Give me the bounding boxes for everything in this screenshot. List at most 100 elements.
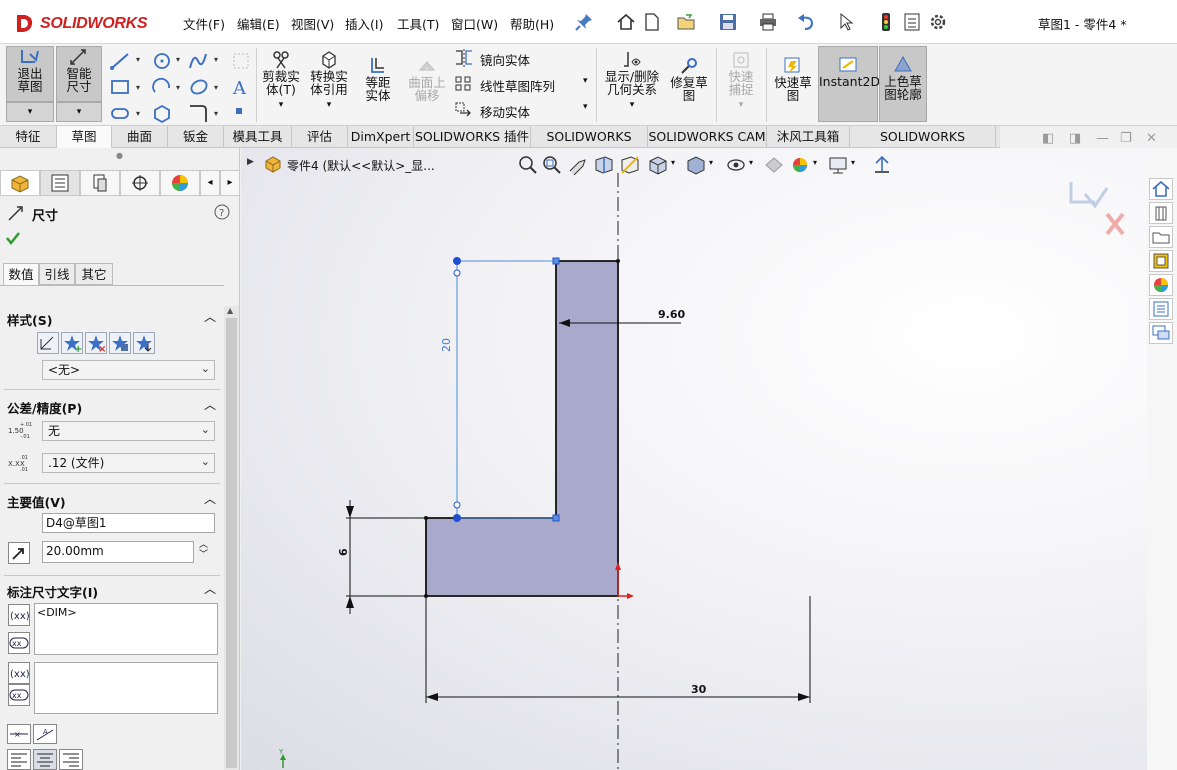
tab-surfaces[interactable]: 曲面 (112, 126, 168, 148)
menu-file[interactable]: 文件(F) (183, 14, 225, 33)
rectangle-icon[interactable] (111, 80, 129, 94)
tab-mbd[interactable]: SOLIDWORKS MBD (531, 126, 648, 165)
panel-scroll-right[interactable]: ▸ (220, 170, 240, 196)
display-delete-relations-button[interactable]: 显示/删除几何关系 ▾ (602, 50, 662, 112)
tolerance-collapse-icon[interactable]: ︿ (204, 396, 216, 413)
point-tool-icon[interactable] (236, 108, 242, 114)
style-select[interactable]: <无> ⌄ (42, 360, 215, 380)
mirror-entities-button[interactable]: 镜向实体 (480, 50, 530, 69)
view-palette-tab[interactable] (1149, 250, 1173, 272)
tab-inspection[interactable]: SOLIDWORKS Inspection (850, 126, 996, 165)
file-explorer-tab[interactable] (1149, 226, 1173, 248)
inspection-dim-lower-button[interactable]: xx (8, 684, 30, 706)
pin-icon[interactable] (574, 12, 594, 32)
circle-icon[interactable] (154, 53, 170, 69)
dimension-text-area-lower[interactable] (34, 662, 218, 714)
inspection-dim-button[interactable]: xx (8, 632, 30, 654)
subtab-leaders[interactable]: 引线 (39, 263, 75, 285)
appearances-tab[interactable] (1149, 274, 1173, 296)
move-entities-dropdown[interactable]: ▾ (583, 102, 588, 112)
subtab-other[interactable]: 其它 (75, 263, 113, 285)
close-icon[interactable]: ✕ (1146, 131, 1157, 146)
smart-dimension-dropdown[interactable]: ▾ (56, 102, 102, 122)
l-profile-shape[interactable] (425, 260, 619, 597)
configuration-manager-tab[interactable] (80, 170, 120, 196)
value-spinner[interactable]: ︿ ﹀ (199, 540, 208, 560)
tab-evaluate[interactable]: 评估 (292, 126, 348, 148)
polygon-icon[interactable] (154, 104, 170, 124)
dimension-arrow-handle-bottom[interactable] (453, 501, 461, 509)
solidworks-resources-tab[interactable] (1149, 178, 1173, 200)
property-manager-tab[interactable] (40, 170, 80, 196)
primary-value-collapse-icon[interactable]: ︿ (204, 490, 216, 507)
linear-pattern-dropdown[interactable]: ▾ (583, 76, 588, 86)
align-right-button[interactable] (59, 749, 83, 770)
precision-select[interactable]: .12 (文件) ⌄ (42, 453, 215, 473)
panel-scrollbar[interactable]: ▲ (224, 306, 239, 770)
load-style-button[interactable] (133, 332, 155, 354)
minimize-icon[interactable]: — (1096, 131, 1109, 146)
fillet-icon[interactable] (190, 105, 207, 122)
panel-scroll-left[interactable]: ◂ (200, 170, 220, 196)
menu-window[interactable]: 窗口(W) (451, 14, 498, 33)
delete-style-button[interactable]: × (85, 332, 107, 355)
forum-tab[interactable] (1149, 322, 1173, 344)
menu-tools[interactable]: 工具(T) (397, 14, 439, 33)
dimension-text-collapse-icon[interactable]: ︿ (204, 580, 216, 597)
exit-sketch-button[interactable]: 退出草图 (6, 46, 54, 102)
tolerance-section-header[interactable]: 公差/精度(P) (7, 398, 82, 417)
design-library-tab[interactable] (1149, 202, 1173, 224)
file-properties-icon[interactable] (902, 12, 922, 32)
rebuild-traffic-light-icon[interactable] (876, 12, 896, 32)
text-tool-icon[interactable]: A (232, 78, 247, 99)
custom-properties-tab[interactable] (1149, 298, 1173, 320)
dimxpert-manager-tab[interactable] (120, 170, 160, 196)
menu-view[interactable]: 视图(V) (291, 14, 334, 33)
add-parentheses-lower-button[interactable]: (xx) (8, 662, 30, 684)
apply-default-style-button[interactable] (37, 332, 59, 354)
center-dimension-button[interactable]: × (7, 724, 31, 744)
menu-insert[interactable]: 插入(I) (345, 14, 383, 33)
slot-icon[interactable] (111, 108, 129, 119)
scroll-up-arrow-icon[interactable]: ▲ (227, 306, 233, 315)
display-manager-tab[interactable] (160, 170, 200, 196)
add-style-button[interactable]: + (61, 332, 83, 355)
tab-mold-tools[interactable]: 模具工具 (224, 126, 292, 148)
tab-addins[interactable]: SOLIDWORKS 插件 (414, 126, 531, 148)
exit-sketch-dropdown[interactable]: ▾ (6, 102, 54, 122)
graphics-area[interactable]: ▶ 零件4 (默认<<默认>_显... ▾ ▾ ▾ ▾ ▾ Y 30 9.60 … (241, 148, 1147, 770)
tab-cam[interactable]: SOLIDWORKS CAM (648, 126, 767, 148)
offset-entities-button[interactable]: 等距实体 (356, 56, 400, 102)
options-gear-icon[interactable] (928, 12, 948, 32)
tab-sheet-metal[interactable]: 钣金 (168, 126, 224, 148)
panel-splitter-handle[interactable]: ● (116, 151, 123, 160)
select-cursor-icon[interactable] (836, 12, 856, 32)
add-parentheses-button[interactable]: (xx) (8, 604, 30, 626)
home-icon[interactable] (616, 12, 636, 32)
save-style-button[interactable] (109, 332, 131, 354)
rapid-sketch-button[interactable]: 快速草图 (770, 56, 816, 102)
sketch-plane-icon[interactable] (233, 53, 249, 69)
dimension-value-field[interactable]: 20.00mm (42, 541, 194, 563)
primary-value-section-header[interactable]: 主要值(V) (7, 492, 66, 511)
dimension-base-label[interactable]: 6 (337, 548, 350, 556)
dimension-thickness-label[interactable]: 9.60 (658, 308, 685, 321)
menu-help[interactable]: 帮助(H) (510, 14, 554, 33)
surface-offset-button[interactable]: 曲面上偏移 (404, 56, 450, 102)
dimension-text-area[interactable]: <DIM> (34, 603, 218, 655)
repair-sketch-button[interactable]: 修复草图 (666, 56, 712, 102)
style-collapse-icon[interactable]: ︿ (204, 308, 216, 325)
linear-pattern-button[interactable]: 线性草图阵列 (480, 76, 555, 95)
panel-scroll-thumb[interactable] (226, 318, 237, 768)
menu-edit[interactable]: 编辑(E) (237, 14, 280, 33)
tab-dimxpert[interactable]: DimXpert (348, 126, 414, 148)
dimension-arrow-handle-top[interactable] (453, 269, 461, 277)
save-icon[interactable] (718, 12, 738, 32)
smart-dimension-button[interactable]: 智能尺寸 (56, 46, 102, 102)
align-left-button[interactable] (7, 749, 31, 770)
tab-sketch[interactable]: 草图 (57, 126, 112, 148)
restore-right-icon[interactable]: ◨ (1069, 131, 1081, 146)
new-document-icon[interactable] (642, 12, 662, 32)
ellipse-icon[interactable] (189, 78, 209, 96)
open-folder-icon[interactable] (676, 12, 696, 32)
